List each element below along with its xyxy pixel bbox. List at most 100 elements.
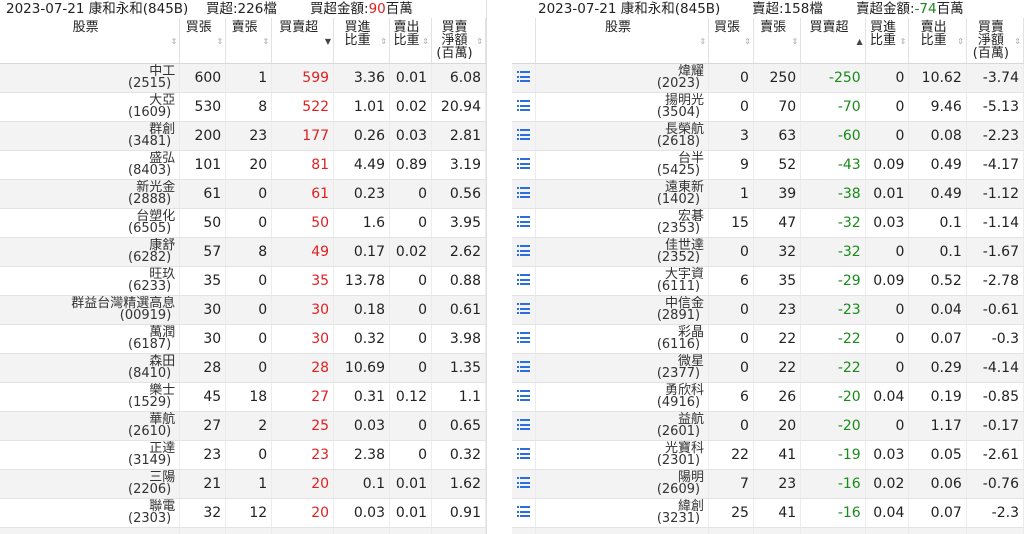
table-row[interactable]: 旺玖 (6233) 35 0 35 13.78 0 0.88 — [0, 266, 486, 296]
table-row[interactable]: 陽明 (2609) 7 23 -16 0.02 0.06 -0.76 — [512, 469, 1024, 499]
row-action-cell[interactable] — [512, 150, 536, 180]
stock-cell[interactable]: 三陽 (2206) — [0, 469, 181, 499]
column-header[interactable]: 買進 比重 ⇕ — [333, 18, 390, 64]
list-icon[interactable] — [516, 100, 530, 111]
row-action-cell[interactable] — [512, 382, 536, 412]
stock-cell[interactable]: 新光金 (2888) — [0, 179, 181, 209]
stock-cell[interactable]: 台半 (5425) — [535, 150, 710, 180]
table-row[interactable]: 大亞 (1609) 530 8 522 1.01 0.02 20.94 — [0, 92, 486, 122]
table-row[interactable]: 遠東新 (1402) 1 39 -38 0.01 0.49 -1.12 — [512, 179, 1024, 209]
stock-cell[interactable]: 群益台灣精選高息 (00919) — [0, 295, 181, 325]
list-icon[interactable] — [516, 448, 530, 459]
column-header[interactable]: 買賣 淨額 (百萬) ⇕ — [966, 18, 1024, 64]
stock-cell[interactable]: 台塑化 (6505) — [0, 208, 181, 238]
row-action-cell[interactable] — [512, 295, 536, 325]
table-row[interactable]: 宏碁 (2353) 15 47 -32 0.03 0.1 -1.14 — [512, 208, 1024, 238]
list-icon[interactable] — [516, 506, 530, 517]
row-action-cell[interactable] — [512, 179, 536, 209]
row-action-cell[interactable] — [512, 208, 536, 238]
stock-cell[interactable]: 煒耀 (2023) — [535, 63, 710, 93]
table-row[interactable]: 長榮航 (2618) 3 63 -60 0 0.08 -2.23 — [512, 121, 1024, 151]
list-icon[interactable] — [516, 303, 530, 314]
table-row[interactable]: 尉華科267190.310.080.78 — [0, 527, 486, 534]
column-header[interactable]: 賣出 比重 ⇕ — [389, 18, 432, 64]
row-action-cell[interactable] — [512, 498, 536, 528]
table-row[interactable]: 勇欣科 (4916) 6 26 -20 0.04 0.19 -0.85 — [512, 382, 1024, 412]
stock-cell[interactable]: 康舒 (6282) — [0, 237, 181, 267]
column-header[interactable]: 賣出 比重 ⇕ — [908, 18, 967, 64]
table-row[interactable]: 光寶科 (2301) 22 41 -19 0.03 0.05 -2.61 — [512, 440, 1024, 470]
row-action-cell[interactable] — [512, 237, 536, 267]
stock-cell[interactable]: 樂士 (1529) — [0, 382, 181, 412]
stock-cell[interactable]: 佳世達 (2352) — [535, 237, 710, 267]
row-action-cell[interactable] — [512, 353, 536, 383]
table-row[interactable]: 大宇資 (6111) 6 35 -29 0.09 0.52 -2.78 — [512, 266, 1024, 296]
table-row[interactable]: 樂士 (1529) 45 18 27 0.31 0.12 1.1 — [0, 382, 486, 412]
stock-cell[interactable]: 益航 (2601) — [535, 411, 710, 441]
table-row[interactable]: 聯電 (2303) 32 12 20 0.03 0.01 0.91 — [0, 498, 486, 528]
stock-cell[interactable]: 旺玖 (6233) — [0, 266, 181, 296]
stock-cell[interactable]: 中工 (2515) — [0, 63, 181, 93]
stock-cell[interactable]: 揚明光 (3504) — [535, 92, 710, 122]
column-header[interactable] — [512, 18, 536, 64]
table-row[interactable]: 中工 (2515) 600 1 599 3.36 0.01 6.08 — [0, 63, 486, 93]
row-action-cell[interactable] — [512, 266, 536, 296]
row-action-cell[interactable] — [512, 469, 536, 499]
list-icon[interactable] — [516, 332, 530, 343]
table-row[interactable]: 嘉泥015-1503.83-0. — [512, 527, 1024, 534]
stock-cell[interactable]: 嘉泥 — [535, 527, 710, 534]
table-row[interactable]: 台塑化 (6505) 50 0 50 1.6 0 3.95 — [0, 208, 486, 238]
row-action-cell[interactable] — [512, 411, 536, 441]
stock-cell[interactable]: 尉華科 — [0, 527, 181, 534]
table-row[interactable]: 新光金 (2888) 61 0 61 0.23 0 0.56 — [0, 179, 486, 209]
column-header[interactable]: 賣張 ⇕ — [753, 18, 802, 64]
stock-cell[interactable]: 彩晶 (6116) — [535, 324, 710, 354]
row-action-cell[interactable] — [512, 324, 536, 354]
stock-cell[interactable]: 長榮航 (2618) — [535, 121, 710, 151]
list-icon[interactable] — [516, 187, 530, 198]
table-row[interactable]: 台半 (5425) 9 52 -43 0.09 0.49 -4.17 — [512, 150, 1024, 180]
stock-cell[interactable]: 群創 (3481) — [0, 121, 181, 151]
table-row[interactable]: 彩晶 (6116) 0 22 -22 0 0.07 -0.3 — [512, 324, 1024, 354]
stock-cell[interactable]: 光寶科 (2301) — [535, 440, 710, 470]
table-row[interactable]: 群創 (3481) 200 23 177 0.26 0.03 2.81 — [0, 121, 486, 151]
list-icon[interactable] — [516, 129, 530, 140]
column-header[interactable]: 賣張 ⇕ — [225, 18, 273, 64]
column-header[interactable]: 買賣 淨額 (百萬) ⇕ — [431, 18, 486, 64]
list-icon[interactable] — [516, 390, 530, 401]
row-action-cell[interactable] — [512, 440, 536, 470]
table-row[interactable]: 三陽 (2206) 21 1 20 0.1 0.01 1.62 — [0, 469, 486, 499]
table-row[interactable]: 萬潤 (6187) 30 0 30 0.32 0 3.98 — [0, 324, 486, 354]
table-row[interactable]: 揚明光 (3504) 0 70 -70 0 9.46 -5.13 — [512, 92, 1024, 122]
list-icon[interactable] — [516, 158, 530, 169]
column-header[interactable]: 買張 ⇕ — [179, 18, 227, 64]
stock-cell[interactable]: 遠東新 (1402) — [535, 179, 710, 209]
table-row[interactable]: 正達 (3149) 23 0 23 2.38 0 0.32 — [0, 440, 486, 470]
table-row[interactable]: 中信金 (2891) 0 23 -23 0 0.04 -0.61 — [512, 295, 1024, 325]
row-action-cell[interactable] — [512, 92, 536, 122]
stock-cell[interactable]: 森田 (8410) — [0, 353, 181, 383]
table-row[interactable]: 群益台灣精選高息 (00919) 30 0 30 0.18 0 0.61 — [0, 295, 486, 325]
stock-cell[interactable]: 陽明 (2609) — [535, 469, 710, 499]
stock-cell[interactable]: 微星 (2377) — [535, 353, 710, 383]
table-row[interactable]: 盛弘 (8403) 101 20 81 4.49 0.89 3.19 — [0, 150, 486, 180]
stock-cell[interactable]: 聯電 (2303) — [0, 498, 181, 528]
stock-cell[interactable]: 緯創 (3231) — [535, 498, 710, 528]
list-icon[interactable] — [516, 274, 530, 285]
list-icon[interactable] — [516, 361, 530, 372]
stock-cell[interactable]: 華航 (2610) — [0, 411, 181, 441]
stock-cell[interactable]: 勇欣科 (4916) — [535, 382, 710, 412]
stock-cell[interactable]: 大宇資 (6111) — [535, 266, 710, 296]
table-row[interactable]: 華航 (2610) 27 2 25 0.03 0 0.65 — [0, 411, 486, 441]
row-action-cell[interactable] — [512, 527, 536, 534]
stock-cell[interactable]: 中信金 (2891) — [535, 295, 710, 325]
stock-cell[interactable]: 盛弘 (8403) — [0, 150, 181, 180]
table-row[interactable]: 康舒 (6282) 57 8 49 0.17 0.02 2.62 — [0, 237, 486, 267]
column-header[interactable]: 股票 ⇕ — [535, 18, 710, 64]
row-action-cell[interactable] — [512, 121, 536, 151]
list-icon[interactable] — [516, 245, 530, 256]
table-row[interactable]: 煒耀 (2023) 0 250 -250 0 10.62 -3.74 — [512, 63, 1024, 93]
table-row[interactable]: 微星 (2377) 0 22 -22 0 0.29 -4.14 — [512, 353, 1024, 383]
stock-cell[interactable]: 正達 (3149) — [0, 440, 181, 470]
row-action-cell[interactable] — [512, 63, 536, 93]
